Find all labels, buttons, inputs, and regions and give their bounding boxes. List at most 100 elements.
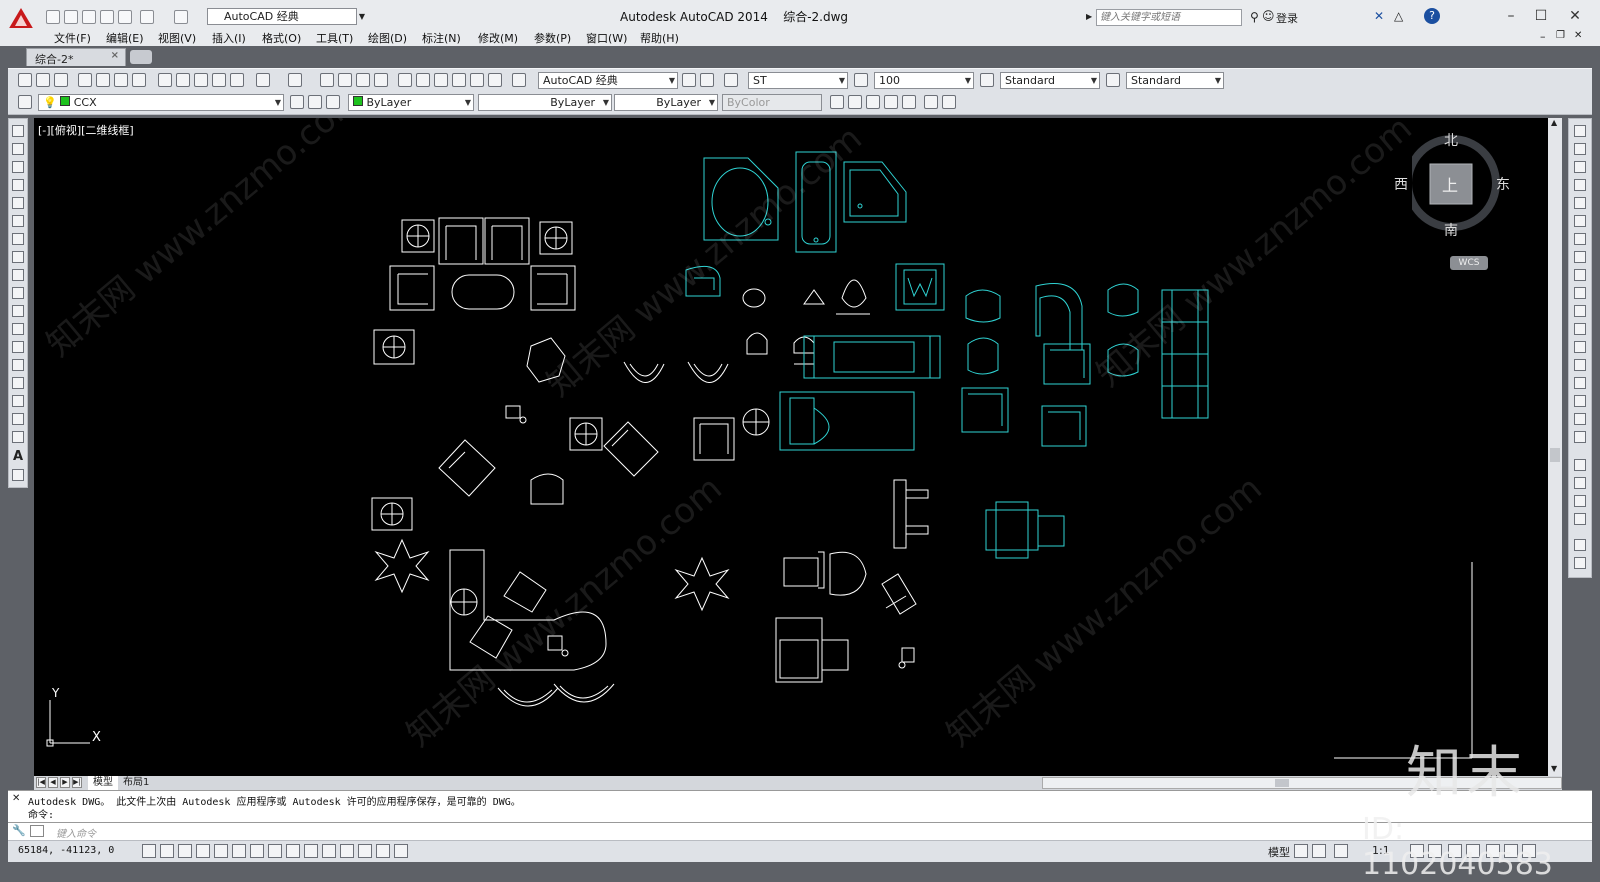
break-point-icon[interactable] <box>1574 323 1586 335</box>
dim-style-combo[interactable]: Standard ▼ <box>1000 72 1100 89</box>
command-input[interactable]: 🔧 键入命令 <box>8 822 1592 841</box>
publish-icon[interactable] <box>114 73 128 87</box>
wireframe-icon[interactable] <box>848 95 862 109</box>
help-icon[interactable]: ? <box>1424 8 1440 24</box>
rotate-icon[interactable] <box>1574 233 1586 245</box>
quickcalc-icon[interactable] <box>488 73 502 87</box>
fillet-icon[interactable] <box>1574 395 1586 407</box>
menu-dimension[interactable]: 标注(N) <box>422 30 461 46</box>
stretch-icon[interactable] <box>1574 269 1586 281</box>
plot-icon[interactable] <box>118 10 132 24</box>
blend-icon[interactable] <box>1574 413 1586 425</box>
break-icon[interactable] <box>1574 341 1586 353</box>
new-icon[interactable] <box>46 10 60 24</box>
next-layout-icon[interactable]: ▶ <box>60 777 70 788</box>
zoom-previous-icon[interactable] <box>374 73 388 87</box>
wcs-menu[interactable]: WCS <box>1450 256 1488 270</box>
redo-icon[interactable] <box>288 73 302 87</box>
array-icon[interactable] <box>1574 197 1586 209</box>
scroll-down-icon[interactable]: ▼ <box>1551 764 1557 773</box>
add-selected-icon[interactable] <box>12 469 24 481</box>
mtext-icon[interactable]: A <box>13 449 23 464</box>
polyline-icon[interactable] <box>12 161 24 173</box>
infer-constraints-icon[interactable] <box>142 844 156 858</box>
toolpalettes-icon[interactable] <box>434 73 448 87</box>
text-style-combo[interactable]: ST ▼ <box>748 72 848 89</box>
expand-icon[interactable]: ▶ <box>1086 12 1092 22</box>
3dosnap-icon[interactable] <box>250 844 264 858</box>
maximize-icon[interactable]: ☐ <box>1526 6 1556 26</box>
tab-layout1[interactable]: 布局1 <box>118 776 154 790</box>
menu-tools[interactable]: 工具(T) <box>316 30 353 46</box>
binoculars-icon[interactable]: ⚲ <box>1250 10 1259 24</box>
grid-icon[interactable] <box>178 844 192 858</box>
save-icon[interactable] <box>54 73 68 87</box>
extend-icon[interactable] <box>1574 305 1586 317</box>
compass-east[interactable]: 东 <box>1496 174 1510 194</box>
viewcube[interactable]: 北 南 西 东 上 <box>1394 126 1512 239</box>
prev-layout-icon[interactable]: ◀ <box>48 777 58 788</box>
tab-document[interactable]: 综合-2* × <box>26 48 126 66</box>
compass-west[interactable]: 西 <box>1394 174 1408 194</box>
menu-file[interactable]: 文件(F) <box>54 30 91 46</box>
user-icon[interactable]: ☺ <box>1262 9 1275 23</box>
layer-properties-icon[interactable] <box>18 95 32 109</box>
menu-view[interactable]: 视图(V) <box>158 30 196 46</box>
login-link[interactable]: 登录 <box>1276 10 1298 26</box>
table-style-icon[interactable] <box>1106 73 1120 87</box>
pan-icon[interactable] <box>320 73 334 87</box>
saveas-icon[interactable] <box>100 10 114 24</box>
region-icon[interactable] <box>12 413 24 425</box>
zoom-window-icon[interactable] <box>356 73 370 87</box>
qnew-icon[interactable] <box>18 73 32 87</box>
zoom-realtime-icon[interactable] <box>338 73 352 87</box>
draworder-front-icon[interactable] <box>1574 459 1586 471</box>
open-icon[interactable] <box>36 73 50 87</box>
conceptual-icon[interactable] <box>902 95 916 109</box>
otrack-icon[interactable] <box>268 844 282 858</box>
menu-format[interactable]: 格式(O) <box>262 30 301 46</box>
visual-style-icon[interactable] <box>830 95 844 109</box>
quick-view-layouts-icon[interactable] <box>1294 844 1308 858</box>
revcloud-icon[interactable] <box>12 251 24 263</box>
linetype-combo[interactable]: ByLayer ▼ <box>478 94 612 111</box>
doc-close-icon[interactable]: ✕ <box>1574 30 1582 41</box>
workspace-combo[interactable]: AutoCAD 经典 ▼ <box>538 72 678 89</box>
ellipse-arc-icon[interactable] <box>12 305 24 317</box>
make-block-icon[interactable] <box>12 341 24 353</box>
lineweight-combo[interactable]: ByLayer ▼ <box>614 94 718 111</box>
search-input[interactable]: 键入关键字或短语 <box>1096 9 1242 26</box>
draworder-under-icon[interactable] <box>1574 513 1586 525</box>
menu-help[interactable]: 帮助(H) <box>640 30 679 46</box>
recent-commands-icon[interactable] <box>30 825 44 837</box>
close-icon[interactable]: ✕ <box>12 793 20 804</box>
compass-south[interactable]: 南 <box>1444 220 1458 240</box>
ellipse-icon[interactable] <box>12 287 24 299</box>
erase-icon[interactable] <box>1574 125 1586 137</box>
copy-object-icon[interactable] <box>1574 143 1586 155</box>
undo-icon[interactable] <box>140 10 154 24</box>
new-tab-button[interactable] <box>130 50 152 64</box>
hatch-icon[interactable] <box>12 377 24 389</box>
workspace-select[interactable]: AutoCAD 经典 <box>207 8 357 25</box>
quick-view-drawings-icon[interactable] <box>1312 844 1326 858</box>
doc-minimize-icon[interactable]: – <box>1540 30 1546 43</box>
menu-insert[interactable]: 插入(I) <box>212 30 246 46</box>
vertical-scrollbar[interactable]: ▲ ▼ <box>1548 118 1562 776</box>
sheetset-icon[interactable] <box>452 73 466 87</box>
dim-scale-icon[interactable] <box>854 73 868 87</box>
scroll-thumb[interactable] <box>1550 448 1560 462</box>
menu-window[interactable]: 窗口(W) <box>586 30 627 46</box>
text-front-icon[interactable] <box>1574 539 1586 551</box>
color-combo[interactable]: ByLayer ▼ <box>348 94 474 111</box>
make-current-icon[interactable] <box>290 95 304 109</box>
scale-icon[interactable] <box>1574 251 1586 263</box>
undo-icon[interactable] <box>256 73 270 87</box>
explode-icon[interactable] <box>1574 431 1586 443</box>
wrench-icon[interactable]: 🔧 <box>12 825 26 837</box>
last-layout-icon[interactable]: ▶| <box>72 777 82 788</box>
first-layout-icon[interactable]: |◀ <box>36 777 46 788</box>
polar-icon[interactable] <box>214 844 228 858</box>
block-editor-icon[interactable] <box>230 73 244 87</box>
menu-modify[interactable]: 修改(M) <box>478 30 518 46</box>
